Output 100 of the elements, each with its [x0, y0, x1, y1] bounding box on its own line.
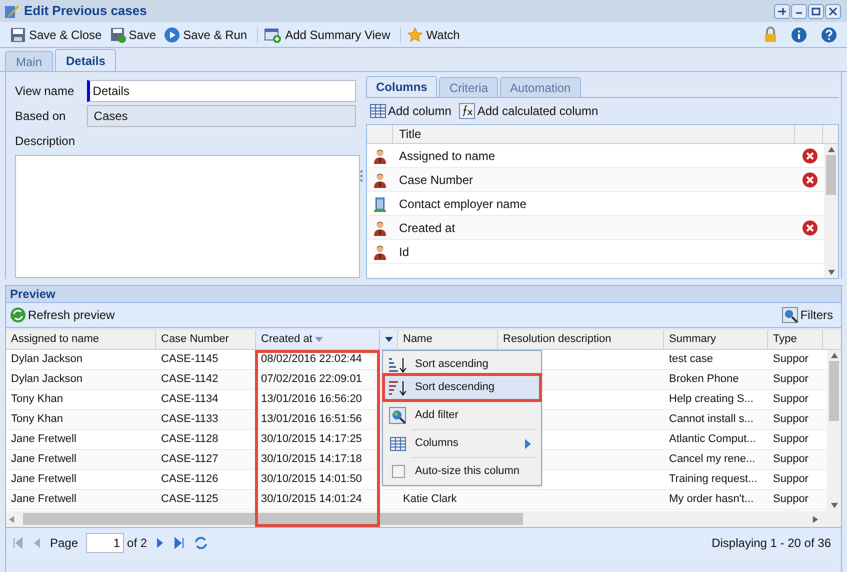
- last-page-icon[interactable]: [173, 536, 186, 548]
- filters-button[interactable]: Filters: [782, 306, 837, 324]
- toolbar-button[interactable]: Save: [108, 26, 158, 44]
- table-cell-text: CASE-1133: [160, 412, 220, 428]
- help-icon: [821, 26, 837, 42]
- toolbar-button[interactable]: Watch: [405, 26, 462, 44]
- menu-label: Auto-size this column: [414, 464, 521, 480]
- scroll-thumb[interactable]: [826, 155, 836, 195]
- filter-icon: [389, 406, 407, 424]
- table-cell-text: Jane Fretwell: [10, 452, 78, 468]
- table-cell-text: Dylan Jackson: [10, 372, 84, 388]
- menu-item[interactable]: Columns: [385, 432, 539, 455]
- column-header[interactable]: Resolution description: [498, 330, 664, 349]
- table-cell-text: Suppor: [772, 372, 810, 388]
- toolbar-button[interactable]: Save & Run: [162, 26, 250, 44]
- table-cell-text: Jane Fretwell: [10, 492, 78, 508]
- scroll-thumb[interactable]: [829, 361, 839, 421]
- columns-icon: [370, 104, 386, 118]
- table-cell-text: 07/02/2016 22:09:01: [260, 372, 363, 388]
- table-cell-text: 30/10/2015 14:17:18: [260, 452, 363, 468]
- pin-button[interactable]: [774, 4, 790, 18]
- table-cell-text: Cancel my rene...: [668, 452, 756, 468]
- person-icon: [373, 244, 387, 260]
- save-icon: [110, 26, 126, 42]
- scroll-up-icon[interactable]: [830, 352, 838, 359]
- table-cell-text: 08/02/2016 22:02:44: [260, 352, 363, 368]
- sort-descending-icon: [388, 378, 408, 396]
- panel-title: Preview: [10, 286, 56, 303]
- close-button[interactable]: [825, 4, 841, 18]
- table-cell-text: 30/10/2015 14:01:50: [260, 472, 363, 488]
- person-icon: [373, 148, 387, 164]
- refresh-icon: [10, 307, 26, 323]
- maximize-icon: [811, 6, 821, 16]
- scroll-up-icon[interactable]: [828, 146, 834, 153]
- menu-label: Sort descending: [414, 380, 496, 396]
- scrollbar[interactable]: [827, 350, 841, 511]
- toolbar-button[interactable]: Save & Close: [8, 26, 104, 44]
- table-cell-text: Atlantic Comput...: [668, 432, 757, 448]
- scroll-thumb[interactable]: [23, 513, 523, 525]
- scroll-down-icon[interactable]: [828, 269, 834, 276]
- table-cell-text: test case: [668, 352, 714, 368]
- menu-label: Add filter: [414, 408, 460, 424]
- column-header[interactable]: Assigned to name: [6, 330, 156, 349]
- toolbar-button[interactable]: Add Summary View: [262, 26, 392, 44]
- sort-ascending-icon: [388, 356, 408, 374]
- scroll-down-icon[interactable]: [830, 502, 838, 509]
- table-cell-text: CASE-1125: [160, 492, 220, 508]
- toolbar-button[interactable]: Add calculated column: [459, 102, 598, 120]
- column-header[interactable]: Created at: [256, 330, 398, 349]
- next-page-icon[interactable]: [155, 536, 166, 548]
- column-header[interactable]: Summary: [664, 330, 768, 349]
- sort-arrow-icon: [315, 337, 324, 342]
- based-on-field[interactable]: Cases: [86, 105, 356, 127]
- columns-icon: [389, 436, 407, 450]
- table-cell-text: Suppor: [772, 352, 810, 368]
- maximize-button[interactable]: [808, 4, 824, 18]
- column-title: Contact employer name: [398, 196, 528, 212]
- table-cell-text: Dylan Jackson: [10, 352, 84, 368]
- tab[interactable]: Columns: [366, 76, 438, 97]
- star-icon: [407, 26, 424, 42]
- tab[interactable]: Details: [55, 49, 116, 71]
- submenu-arrow-icon: [525, 438, 531, 448]
- scroll-left-icon[interactable]: [8, 516, 15, 522]
- table-cell-text: Help creating S...: [668, 392, 754, 408]
- scroll-right-icon[interactable]: [812, 516, 819, 522]
- table-cell-text: Jane Fretwell: [10, 472, 78, 488]
- filter-icon: [782, 307, 798, 323]
- checkbox[interactable]: [392, 465, 404, 478]
- column-row[interactable]: Created at: [367, 216, 824, 240]
- view-name-field[interactable]: Details: [86, 80, 356, 102]
- splitter-handle[interactable]: [360, 170, 362, 182]
- horizontal-scrollbar[interactable]: [6, 511, 841, 527]
- column-header[interactable]: Type: [768, 330, 823, 349]
- description-field[interactable]: [15, 155, 360, 278]
- menu-item[interactable]: Auto-size this column: [385, 460, 539, 483]
- page-count: of 2: [127, 534, 148, 552]
- column-header: Title: [398, 126, 422, 143]
- toolbar-button[interactable]: Add column: [370, 102, 452, 120]
- column-title: Assigned to name: [398, 148, 496, 164]
- menu-item[interactable]: Add filter: [385, 404, 539, 427]
- remove-icon[interactable]: [802, 148, 818, 164]
- save-icon: [10, 26, 26, 42]
- refresh-button[interactable]: Refresh preview: [10, 306, 115, 324]
- column-header[interactable]: Name: [398, 330, 498, 349]
- refresh-icon[interactable]: [193, 534, 210, 550]
- pin-icon: [777, 6, 787, 16]
- remove-icon[interactable]: [802, 172, 818, 188]
- column-title: Case Number: [398, 172, 474, 188]
- scrollbar[interactable]: [824, 144, 838, 278]
- column-row[interactable]: Case Number: [367, 168, 824, 192]
- menu-item[interactable]: Sort descending: [385, 376, 539, 399]
- table-cell-text: CASE-1145: [160, 352, 220, 368]
- play-icon: [164, 26, 180, 42]
- table-cell-text: CASE-1142: [160, 372, 220, 388]
- formula-icon: [459, 103, 476, 119]
- remove-icon[interactable]: [802, 220, 818, 236]
- close-icon: [828, 6, 838, 16]
- menu-item[interactable]: Sort ascending: [385, 353, 539, 376]
- minimize-button[interactable]: [791, 4, 807, 18]
- page-field[interactable]: 1: [86, 532, 124, 552]
